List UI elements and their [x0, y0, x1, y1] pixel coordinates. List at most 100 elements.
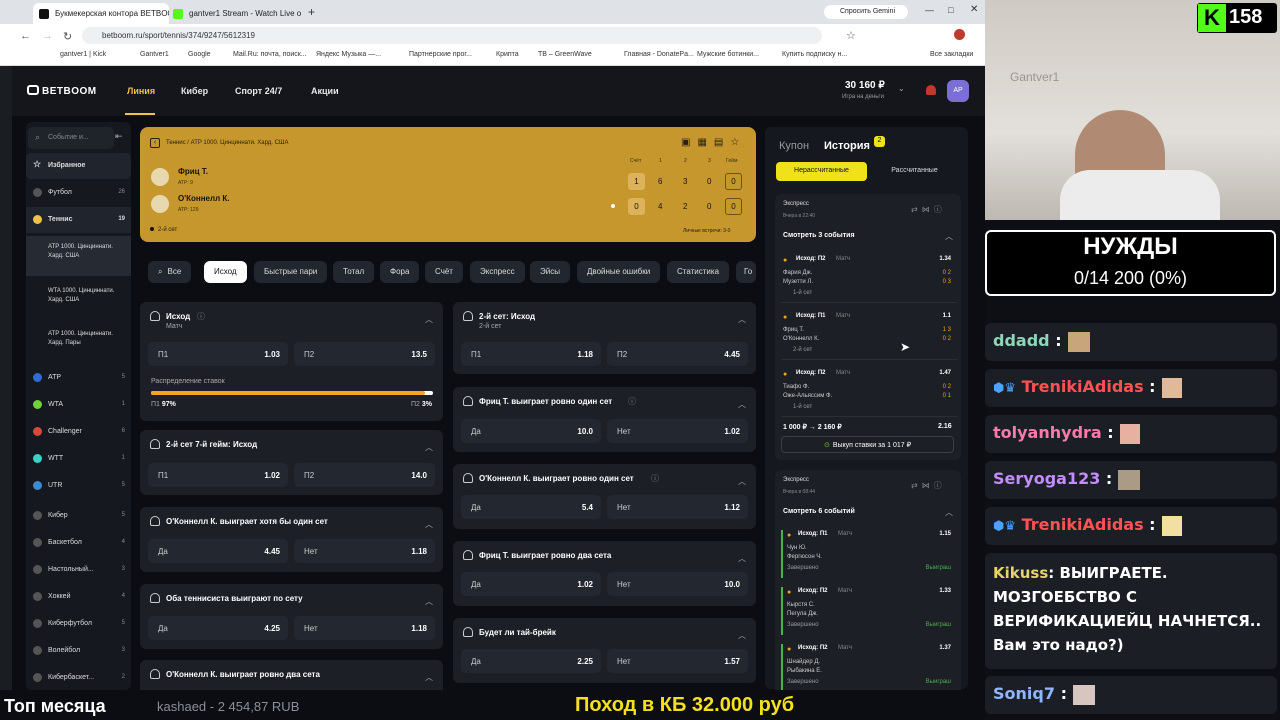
chevron-up-icon[interactable]: ︿	[425, 596, 433, 607]
bookmark-item[interactable]: Gantver1	[140, 51, 169, 58]
odd-button[interactable]: П2 13.5	[294, 342, 435, 366]
balance-value[interactable]: 30 160 ₽	[845, 80, 885, 91]
odd-button[interactable]: Нет 10.0	[607, 572, 748, 596]
sidebar-item-wta-cincinnati[interactable]: WTA 1000. Цинциннати. Хард. США	[26, 280, 131, 320]
bookmark-item[interactable]: Все закладки	[930, 51, 973, 58]
filter-outcome[interactable]: Исход	[204, 261, 247, 283]
sidebar-item-table-tennis[interactable]: Настольный... 3	[26, 557, 131, 583]
cashout-button[interactable]: ⊙ Выкуп ставки за 1 017 ₽	[781, 436, 954, 453]
browser-tab-stream[interactable]: gantver1 Stream - Watch Live o	[167, 3, 303, 24]
filter-double-faults[interactable]: Двойные ошибки	[577, 261, 661, 283]
back-icon[interactable]: ‹	[150, 138, 160, 148]
chevron-up-icon[interactable]: ︿	[425, 442, 433, 453]
bookmark-item[interactable]: Купить подписку н...	[782, 51, 847, 58]
browser-tab-betboom[interactable]: Букмекерская контора BETBOO	[33, 3, 169, 24]
maximize-icon[interactable]: □	[948, 5, 953, 15]
filter-statistics[interactable]: Статистика	[667, 261, 730, 283]
bookmark-star-icon[interactable]: ☆	[846, 29, 856, 42]
close-window-icon[interactable]: ✕	[970, 4, 978, 15]
sidebar-item-basketball[interactable]: Баскетбол 4	[26, 530, 131, 556]
sidebar-item-wtt[interactable]: WTT 1	[26, 446, 131, 472]
tab-coupon[interactable]: Купон	[779, 140, 809, 152]
sidebar-item-hockey[interactable]: Хоккей 4	[26, 584, 131, 610]
bookmark-item[interactable]: Яндекс Музыка —...	[316, 51, 381, 58]
sidebar-item-atp[interactable]: ATP 5	[26, 365, 131, 391]
odd-button[interactable]: П2 4.45	[607, 342, 748, 366]
chevron-up-icon[interactable]: ︿	[738, 399, 746, 410]
chevron-up-icon[interactable]: ︿	[425, 519, 433, 530]
bookmark-item[interactable]: Google	[188, 51, 211, 58]
profile-icon[interactable]	[954, 29, 965, 40]
bell-icon[interactable]	[150, 516, 160, 526]
odd-button[interactable]: Да 4.25	[148, 616, 288, 640]
sidebar-item-favorites[interactable]: ☆ Избранное	[26, 153, 131, 179]
odd-button[interactable]: Нет 1.18	[294, 616, 435, 640]
chevron-up-icon[interactable]: ︿	[945, 507, 953, 518]
bookmark-item[interactable]: TB – GreenWave	[538, 51, 592, 58]
odd-button[interactable]: Нет 1.57	[607, 649, 748, 673]
odd-button[interactable]: П2 14.0	[294, 463, 435, 487]
odd-button[interactable]: П1 1.03	[148, 342, 288, 366]
odd-button[interactable]: Да 1.02	[461, 572, 601, 596]
sidebar-item-cyberfootball[interactable]: Киберфутбол 5	[26, 611, 131, 637]
bookmark-item[interactable]: Крипта	[496, 51, 519, 58]
sidebar-item-wta[interactable]: WTA 1	[26, 392, 131, 418]
bookmark-item[interactable]: Мужские ботинки...	[697, 51, 759, 58]
show-events-toggle[interactable]: Смотреть 6 событий	[783, 508, 855, 515]
chevron-up-icon[interactable]: ︿	[425, 314, 433, 325]
odd-button[interactable]: Нет 1.12	[607, 495, 748, 519]
chevron-up-icon[interactable]: ︿	[425, 672, 433, 683]
filter-express[interactable]: Экспресс	[470, 261, 525, 283]
info-icon[interactable]: ⓘ	[628, 396, 636, 407]
sidebar-item-volleyball[interactable]: Волейбол 3	[26, 638, 131, 664]
sidebar-item-challenger[interactable]: Challenger 6	[26, 419, 131, 445]
bell-icon[interactable]	[463, 473, 473, 483]
filter-score[interactable]: Счёт	[425, 261, 463, 283]
nav-kiber[interactable]: Кибер	[181, 86, 208, 96]
filter-aces[interactable]: Эйсы	[530, 261, 570, 283]
bell-icon[interactable]	[150, 439, 160, 449]
back-icon[interactable]: ←	[20, 30, 31, 42]
sidebar-item-atp-cincinnati[interactable]: ATP 1000. Цинциннати. Хард. США	[26, 236, 131, 276]
info-icon[interactable]: ⓘ	[651, 473, 659, 484]
chevron-down-icon[interactable]: ⌄	[898, 84, 905, 93]
forward-icon[interactable]: →	[42, 30, 53, 42]
bookmark-item[interactable]: gantver1 | Kick	[60, 51, 106, 58]
gemini-button[interactable]: Спросить Gemini	[824, 5, 908, 19]
bookmark-item[interactable]: Партнерские прог...	[409, 51, 472, 58]
chevron-up-icon[interactable]: ︿	[738, 553, 746, 564]
info-icon[interactable]: ⓘ	[197, 311, 205, 322]
avatar[interactable]: АР	[947, 80, 969, 102]
nav-liniya[interactable]: Линия	[127, 86, 155, 96]
bell-icon[interactable]	[463, 627, 473, 637]
filter-more[interactable]: Го	[736, 261, 756, 283]
bell-icon[interactable]	[150, 669, 160, 679]
sidebar-item-atp-doubles[interactable]: ATP 1000. Цинциннати. Хард. Пары	[26, 323, 131, 363]
odd-button[interactable]: Нет 1.02	[607, 419, 748, 443]
chevron-up-icon[interactable]: ︿	[738, 476, 746, 487]
tab-history[interactable]: История	[824, 140, 870, 152]
subtab-settled[interactable]: Рассчитанные	[869, 162, 960, 181]
filter-total[interactable]: Тотал	[333, 261, 375, 283]
reload-icon[interactable]: ↻	[63, 30, 72, 43]
filter-handicap[interactable]: Фора	[380, 261, 420, 283]
bell-icon[interactable]	[463, 311, 473, 321]
show-events-toggle[interactable]: Смотреть 3 события	[783, 232, 855, 239]
chevron-up-icon[interactable]: ︿	[945, 231, 953, 242]
match-tools-icons[interactable]: ▣▦▤☆	[681, 137, 746, 148]
bookmark-item[interactable]: Mail.Ru: почта, поиск...	[233, 51, 307, 58]
bookmark-item[interactable]: Главная - DonatePa...	[624, 51, 694, 58]
sidebar-search-input[interactable]: ⌕ Событие и...	[28, 127, 114, 149]
odd-button[interactable]: Да 4.45	[148, 539, 288, 563]
express-actions-icons[interactable]: ⇄⋈ⓘ	[911, 480, 946, 491]
odd-button[interactable]: П1 1.18	[461, 342, 601, 366]
sidebar-item-cyberbasketball[interactable]: Кибербаскет... 2	[26, 665, 131, 691]
bell-icon[interactable]	[926, 85, 936, 95]
odd-button[interactable]: Да 2.25	[461, 649, 601, 673]
bell-icon[interactable]	[463, 550, 473, 560]
bell-icon[interactable]	[150, 593, 160, 603]
subtab-unsettled[interactable]: Нерассчитанные	[776, 162, 867, 181]
express-actions-icons[interactable]: ⇄⋈ⓘ	[911, 204, 946, 215]
breadcrumb[interactable]: Теннис / ATP 1000. Цинциннати. Хард. США	[166, 140, 288, 146]
odd-button[interactable]: П1 1.02	[148, 463, 288, 487]
